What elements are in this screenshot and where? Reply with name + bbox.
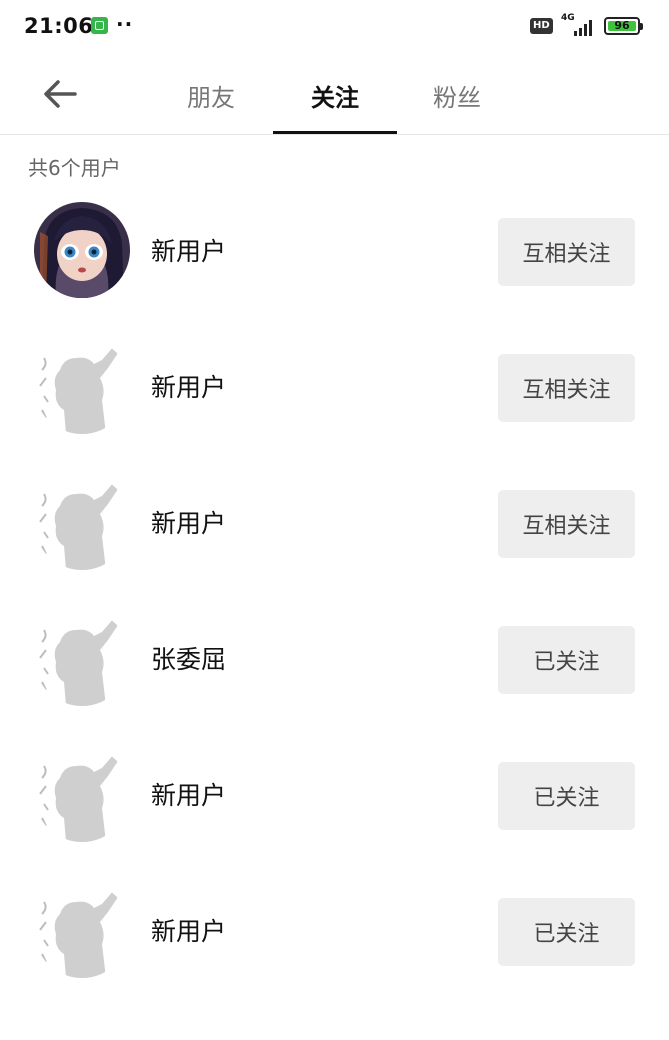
list-item[interactable]: 新用户 互相关注 (0, 474, 669, 610)
list-item[interactable]: 新用户 互相关注 (0, 338, 669, 474)
tab-fans[interactable]: 粉丝 (395, 78, 519, 134)
tab-label: 粉丝 (433, 84, 481, 112)
mutual-follow-button[interactable]: 互相关注 (498, 354, 635, 422)
avatar[interactable] (34, 882, 130, 978)
user-name: 新用户 (151, 781, 227, 810)
following-button[interactable]: 已关注 (498, 762, 635, 830)
tab-label: 关注 (311, 84, 359, 112)
battery-level: 96 (608, 20, 636, 31)
list-item[interactable]: 新用户 互相关注 (0, 202, 669, 338)
user-name: 新用户 (151, 373, 227, 402)
default-silhouette-avatar-icon (34, 610, 130, 706)
following-button[interactable]: 已关注 (498, 898, 635, 966)
signal-icon (574, 20, 592, 36)
list-item[interactable]: 新用户 已关注 (0, 882, 669, 1018)
avatar[interactable] (34, 338, 130, 434)
tab-following[interactable]: 关注 (273, 78, 397, 134)
mutual-follow-button[interactable]: 互相关注 (498, 218, 635, 286)
more-notifications-icon: ·· (116, 12, 134, 36)
default-silhouette-avatar-icon (34, 746, 130, 842)
default-silhouette-avatar-icon (34, 474, 130, 570)
avatar[interactable] (34, 610, 130, 706)
user-name: 新用户 (151, 917, 227, 946)
list-item[interactable]: 张委屈 已关注 (0, 610, 669, 746)
avatar[interactable] (34, 474, 130, 570)
status-bar: 21:06 ·· HD 4G 96 (0, 0, 669, 56)
back-arrow-icon (44, 80, 77, 108)
mutual-follow-button[interactable]: 互相关注 (498, 490, 635, 558)
anime-girl-avatar-icon (34, 202, 130, 298)
user-name: 新用户 (151, 509, 227, 538)
tab-label: 朋友 (187, 84, 235, 112)
clock: 21:06 (24, 14, 94, 38)
active-tab-indicator (273, 131, 397, 134)
top-nav: 朋友 关注 粉丝 (0, 56, 669, 135)
avatar[interactable] (34, 746, 130, 842)
default-silhouette-avatar-icon (34, 882, 130, 978)
app-notification-icon (91, 17, 108, 34)
tab-friends[interactable]: 朋友 (149, 78, 273, 134)
user-name: 张委屈 (151, 645, 227, 674)
hd-icon: HD (530, 18, 553, 34)
user-count: 共6个用户 (28, 156, 121, 180)
back-button[interactable] (38, 72, 82, 116)
default-silhouette-avatar-icon (34, 338, 130, 434)
avatar[interactable] (34, 202, 130, 298)
list-item[interactable]: 新用户 已关注 (0, 746, 669, 882)
user-name: 新用户 (151, 237, 227, 266)
network-type: 4G (561, 13, 575, 23)
battery-icon: 96 (604, 17, 643, 35)
following-button[interactable]: 已关注 (498, 626, 635, 694)
